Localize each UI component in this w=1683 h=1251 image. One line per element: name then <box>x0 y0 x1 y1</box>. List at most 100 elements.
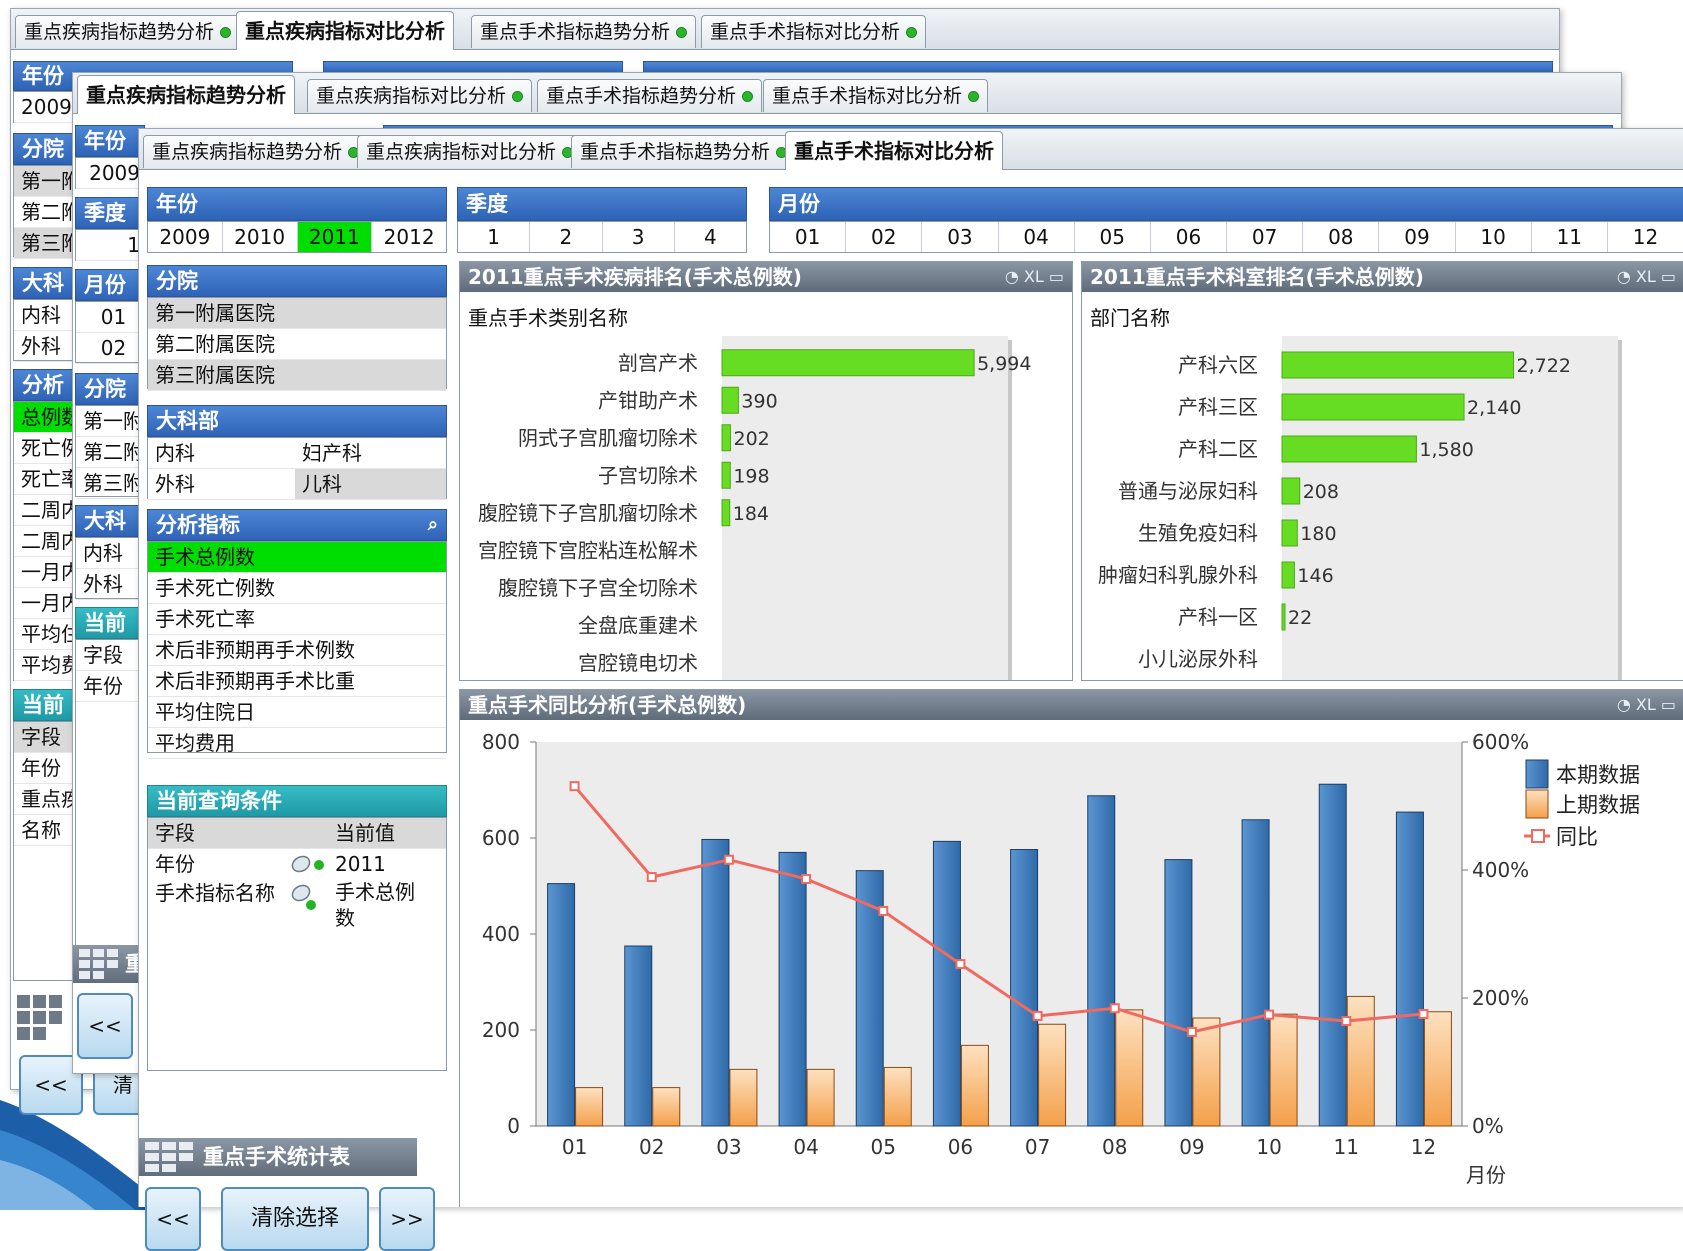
hosp-item-2[interactable]: 第二附属医院 <box>148 329 446 360</box>
tab-surgery-compare[interactable]: 重点手术指标对比分析 <box>785 131 1003 170</box>
hosp-item-3[interactable]: 第三附属医院 <box>148 360 446 391</box>
tab-disease-trend[interactable]: 重点疾病指标趋势分析 <box>77 75 295 114</box>
next-button[interactable]: >> <box>379 1187 435 1251</box>
dept-item-internal[interactable]: 内科 <box>148 438 295 468</box>
year-item[interactable]: 2009 <box>76 158 144 189</box>
year-listbox[interactable]: 2009 <box>13 91 73 123</box>
hosp-item[interactable]: 第二附 <box>14 197 72 228</box>
hosp-listbox[interactable]: 第一附 第二附 第三附 <box>13 165 73 259</box>
dept-item[interactable]: 外科 <box>14 331 72 362</box>
metric-item[interactable]: 平均费用 <box>148 728 446 759</box>
season-item[interactable]: 2 <box>530 222 603 252</box>
dept-item[interactable]: 内科 <box>76 538 144 569</box>
dept-item-obgyn[interactable]: 妇产科 <box>295 438 446 468</box>
month-item[interactable]: 02 <box>76 333 144 364</box>
metric-item[interactable]: 总例数 <box>14 402 72 433</box>
metric-item[interactable]: 二周内 <box>14 495 72 526</box>
season-item[interactable]: 1 <box>76 230 144 261</box>
month-item[interactable]: 01 <box>770 222 847 252</box>
minimize-icon[interactable]: ▭ <box>1661 695 1676 714</box>
search-icon[interactable]: ⌕ <box>428 510 438 540</box>
minimize-icon[interactable]: ▭ <box>1661 267 1676 286</box>
year-item[interactable]: 2009 <box>148 222 223 252</box>
tab-disease-trend[interactable]: 重点疾病指标趋势分析 <box>143 135 369 168</box>
tab-disease-compare[interactable]: 重点疾病指标对比分析 <box>307 79 533 112</box>
dept-listbox[interactable]: 内科 外科 <box>75 537 145 600</box>
season-listbox[interactable]: 1234 <box>457 221 747 253</box>
season-item[interactable]: 4 <box>675 222 746 252</box>
metric-listbox[interactable]: 手术总例数 手术死亡例数 手术死亡率 术后非预期再手术例数 术后非预期再手术比重… <box>147 541 447 759</box>
year-listbox[interactable]: 2009 2010 2011 2012 <box>147 221 447 253</box>
hosp-item[interactable]: 第二附 <box>76 437 144 468</box>
month-item[interactable]: 11 <box>1532 222 1608 252</box>
month-listbox[interactable]: 01 02 03 04 05 06 07 08 09 10 11 12 <box>769 221 1683 253</box>
metric-item[interactable]: 一月内 <box>14 588 72 619</box>
metric-item[interactable]: 术后非预期再手术例数 <box>148 635 446 666</box>
prev-button[interactable]: << <box>77 993 133 1059</box>
year-item[interactable]: 2012 <box>372 222 446 252</box>
season-item[interactable]: 1 <box>458 222 531 252</box>
hosp-item[interactable]: 第三附 <box>76 468 144 499</box>
metric-item[interactable]: 一月内 <box>14 557 72 588</box>
metric-item[interactable]: 死亡率 <box>14 464 72 495</box>
metric-item[interactable]: 死亡例 <box>14 433 72 464</box>
xl-button[interactable]: XL <box>1636 695 1656 714</box>
export-icon[interactable]: ◔ <box>1005 267 1019 286</box>
dept-item-pediatrics[interactable]: 儿科 <box>295 469 446 499</box>
tab-disease-compare[interactable]: 重点疾病指标对比分析 <box>357 135 583 168</box>
tab-surgery-trend[interactable]: 重点手术指标趋势分析 <box>537 79 763 112</box>
month-item[interactable]: 05 <box>1075 222 1151 252</box>
month-item[interactable]: 01 <box>76 302 144 333</box>
dept-item[interactable]: 内科 <box>14 300 72 331</box>
month-item[interactable]: 12 <box>1608 222 1683 252</box>
metric-item[interactable]: 手术总例数 <box>148 542 446 573</box>
year-item[interactable]: 2011 <box>297 222 373 252</box>
year-listbox[interactable]: 2009 <box>75 157 145 189</box>
metric-item[interactable]: 术后非预期再手术比重 <box>148 666 446 697</box>
dept-listbox[interactable]: 内科 外科 <box>13 299 73 362</box>
tab-surgery-compare[interactable]: 重点手术指标对比分析 <box>701 15 927 48</box>
month-item[interactable]: 10 <box>1456 222 1532 252</box>
month-item[interactable]: 04 <box>999 222 1075 252</box>
month-item[interactable]: 09 <box>1379 222 1456 252</box>
tab-surgery-compare[interactable]: 重点手术指标对比分析 <box>763 79 989 112</box>
metric-item[interactable]: 手术死亡率 <box>148 604 446 635</box>
metric-item[interactable]: 二周内 <box>14 526 72 557</box>
year-item[interactable]: 2010 <box>223 222 298 252</box>
dept-item-surgery[interactable]: 外科 <box>148 469 295 499</box>
metric-item[interactable]: 平均住院日 <box>148 697 446 728</box>
xl-button[interactable]: XL <box>1024 267 1044 286</box>
hosp-item[interactable]: 第一附 <box>76 406 144 437</box>
xl-button[interactable]: XL <box>1636 267 1656 286</box>
tab-disease-compare[interactable]: 重点疾病指标对比分析 <box>236 11 454 50</box>
month-item[interactable]: 08 <box>1303 222 1380 252</box>
tab-disease-trend[interactable]: 重点疾病指标趋势分析 <box>15 15 241 48</box>
tab-surgery-trend[interactable]: 重点手术指标趋势分析 <box>471 15 697 48</box>
month-item[interactable]: 02 <box>846 222 923 252</box>
clear-selection-button[interactable]: 清除选择 <box>221 1187 369 1251</box>
metric-listbox[interactable]: 总例数 死亡例 死亡率 二周内 二周内 一月内 一月内 平均住 平均费 <box>13 401 73 681</box>
dept-item[interactable]: 外科 <box>76 569 144 600</box>
stats-table-bar[interactable]: 重点手术统计表 <box>139 1138 417 1176</box>
month-item[interactable]: 03 <box>922 222 999 252</box>
clear-field-icon[interactable] <box>285 879 335 931</box>
tab-surgery-trend[interactable]: 重点手术指标趋势分析 <box>571 135 797 168</box>
metric-item[interactable]: 平均费 <box>14 650 72 681</box>
hosp-item[interactable]: 第一附 <box>14 166 72 197</box>
month-item[interactable]: 06 <box>1151 222 1228 252</box>
minimize-icon[interactable]: ▭ <box>1049 267 1064 286</box>
hosp-listbox[interactable]: 第一附 第二附 第三附 <box>75 405 145 499</box>
export-icon[interactable]: ◔ <box>1617 267 1631 286</box>
hosp-listbox[interactable]: 第一附属医院 第二附属医院 第三附属医院 <box>147 297 447 391</box>
metric-item[interactable]: 手术死亡例数 <box>148 573 446 604</box>
season-listbox[interactable]: 1 <box>75 229 145 261</box>
season-item[interactable]: 3 <box>603 222 675 252</box>
export-icon[interactable]: ◔ <box>1617 695 1631 714</box>
hosp-item[interactable]: 第三附 <box>14 228 72 259</box>
stats-bar[interactable]: 重 <box>73 945 146 983</box>
year-item[interactable]: 2009 <box>14 92 72 123</box>
month-listbox[interactable]: 01 02 <box>75 301 145 364</box>
month-item[interactable]: 07 <box>1227 222 1304 252</box>
clear-field-icon[interactable] <box>285 849 335 879</box>
metric-item[interactable]: 平均住 <box>14 619 72 650</box>
